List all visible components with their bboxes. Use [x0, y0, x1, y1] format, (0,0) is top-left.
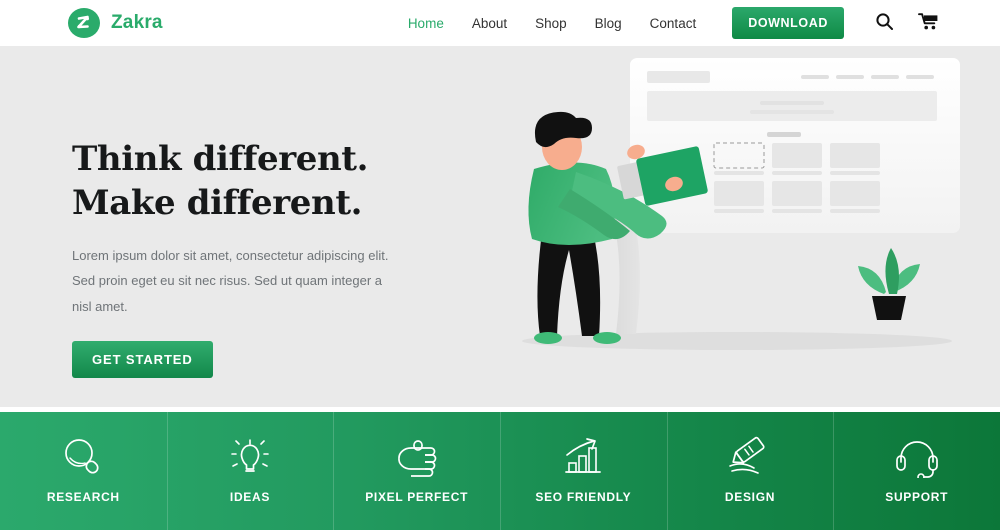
search-button[interactable] [870, 9, 898, 37]
brand-name: Zakra [111, 12, 163, 33]
cart-button[interactable] [914, 9, 942, 37]
nav-item-home[interactable]: Home [394, 16, 458, 31]
nav-item-about[interactable]: About [458, 16, 521, 31]
search-icon [875, 12, 894, 34]
main-navigation: Home About Shop Blog Contact DOWNLOAD [394, 7, 1000, 39]
landing-page: Zakra Home About Shop Blog Contact DOWNL… [0, 0, 1000, 530]
hero-paragraph: Lorem ipsum dolor sit amet, consectetur … [72, 248, 389, 314]
zakra-logo-icon [68, 8, 100, 38]
feature-item-support[interactable]: SUPPORT [833, 412, 1000, 530]
hero-illustration [502, 46, 972, 379]
headset-icon [894, 434, 940, 480]
feature-item-research[interactable]: RESEARCH [0, 412, 167, 530]
hero-title-line-2: Make different. [72, 182, 363, 223]
nav-item-contact[interactable]: Contact [636, 16, 711, 31]
feature-label: RESEARCH [46, 490, 120, 504]
lightbulb-icon [228, 434, 272, 480]
feature-label: DESIGN [724, 490, 776, 504]
get-started-button[interactable]: GET STARTED [72, 341, 213, 379]
feature-label: SUPPORT [885, 490, 949, 504]
potted-plant [858, 248, 920, 320]
feature-label: PIXEL PERFECT [365, 490, 469, 504]
magnifier-icon [61, 434, 105, 480]
features-bar: RESEARCH IDEAS PIXEL PERFECT SEO FRIENDL… [0, 412, 1000, 530]
hero-title-line-1: Think different. [72, 139, 369, 179]
feature-label: IDEAS [229, 490, 271, 504]
feature-item-pixel-perfect[interactable]: PIXEL PERFECT [333, 412, 500, 530]
hero-section: Think different. Make different. Lorem i… [0, 46, 1000, 407]
hero-copy: Think different. Make different. Lorem i… [72, 138, 472, 379]
download-button[interactable]: DOWNLOAD [732, 7, 844, 39]
website-wireframe [630, 58, 960, 233]
hand-icon [393, 434, 441, 480]
feature-item-seo-friendly[interactable]: SEO FRIENDLY [500, 412, 667, 530]
site-header: Zakra Home About Shop Blog Contact DOWNL… [0, 0, 1000, 46]
hero-title: Think different. Make different. [72, 138, 472, 225]
nav-item-blog[interactable]: Blog [581, 16, 636, 31]
pen-stroke-icon [726, 434, 774, 480]
feature-item-design[interactable]: DESIGN [666, 412, 834, 530]
feature-label: SEO FRIENDLY [535, 490, 632, 504]
feature-item-ideas[interactable]: IDEAS [166, 412, 334, 530]
brand-logo[interactable]: Zakra [68, 8, 163, 38]
shopping-cart-icon [917, 12, 939, 34]
bar-chart-arrow-icon [560, 434, 606, 480]
nav-item-shop[interactable]: Shop [521, 16, 581, 31]
